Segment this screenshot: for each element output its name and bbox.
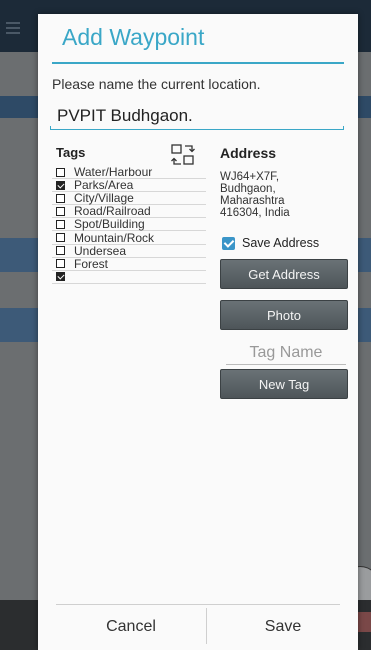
tags-heading: Tags: [56, 145, 86, 160]
tag-item-city-village[interactable]: City/Village: [52, 191, 206, 206]
checkbox-checked-icon[interactable]: [222, 236, 235, 250]
checkbox[interactable]: [56, 259, 65, 269]
tag-item-road-railroad[interactable]: Road/Railroad: [52, 204, 206, 219]
address-heading: Address: [220, 145, 277, 161]
swap-icon[interactable]: [171, 144, 195, 166]
save-address-label: Save Address: [242, 236, 320, 250]
address-text: WJ64+X7F, Budhgaon, Maharashtra 416304, …: [220, 171, 350, 219]
get-address-button[interactable]: Get Address: [220, 259, 348, 289]
tag-label: Water/Harbour: [74, 165, 153, 180]
tag-label: Road/Railroad: [74, 204, 151, 219]
add-waypoint-dialog: Add Waypoint Please name the current loc…: [38, 14, 358, 650]
tag-item-custom[interactable]: [52, 271, 206, 284]
tag-name-input[interactable]: [226, 341, 346, 365]
address-line: Budhgaon,: [220, 183, 276, 195]
checkbox[interactable]: [56, 246, 65, 256]
name-prompt: Please name the current location.: [52, 76, 261, 92]
tag-item-mountain-rock[interactable]: Mountain/Rock: [52, 230, 206, 245]
address-line: Maharashtra: [220, 195, 285, 207]
address-line: WJ64+X7F,: [220, 171, 280, 183]
checkbox[interactable]: [56, 167, 65, 177]
footer-divider: [56, 604, 340, 605]
tag-label: City/Village: [74, 191, 134, 206]
new-tag-button[interactable]: New Tag: [220, 369, 348, 399]
tag-item-spot-building[interactable]: Spot/Building: [52, 217, 206, 232]
tag-item-forest[interactable]: Forest: [52, 258, 206, 271]
tag-label: Parks/Area: [74, 178, 134, 193]
tag-item-water-harbour[interactable]: Water/Harbour: [52, 165, 206, 180]
save-button[interactable]: Save: [208, 610, 358, 644]
footer-separator: [206, 608, 207, 644]
cancel-button[interactable]: Cancel: [56, 610, 206, 644]
input-underline: [50, 126, 344, 130]
checkbox[interactable]: [56, 206, 65, 216]
dialog-title: Add Waypoint: [62, 24, 205, 50]
address-line: 416304, India: [220, 207, 290, 219]
tag-list: Water/Harbour Parks/Area City/Village Ro…: [52, 166, 206, 284]
tag-label: Forest: [74, 256, 109, 271]
checkbox[interactable]: [56, 180, 65, 190]
checkbox[interactable]: [56, 233, 65, 243]
menu-icon: [6, 22, 20, 34]
checkbox[interactable]: [56, 272, 65, 282]
tag-label: Undersea: [74, 243, 127, 258]
photo-button[interactable]: Photo: [220, 300, 348, 330]
tag-item-undersea[interactable]: Undersea: [52, 245, 206, 258]
title-divider: [52, 62, 344, 64]
tag-label: Mountain/Rock: [74, 230, 155, 245]
checkbox[interactable]: [56, 193, 65, 203]
tag-item-parks-area[interactable]: Parks/Area: [52, 178, 206, 193]
tag-label: Spot/Building: [74, 217, 145, 232]
checkbox[interactable]: [56, 219, 65, 229]
save-address-checkbox[interactable]: Save Address: [222, 236, 319, 250]
